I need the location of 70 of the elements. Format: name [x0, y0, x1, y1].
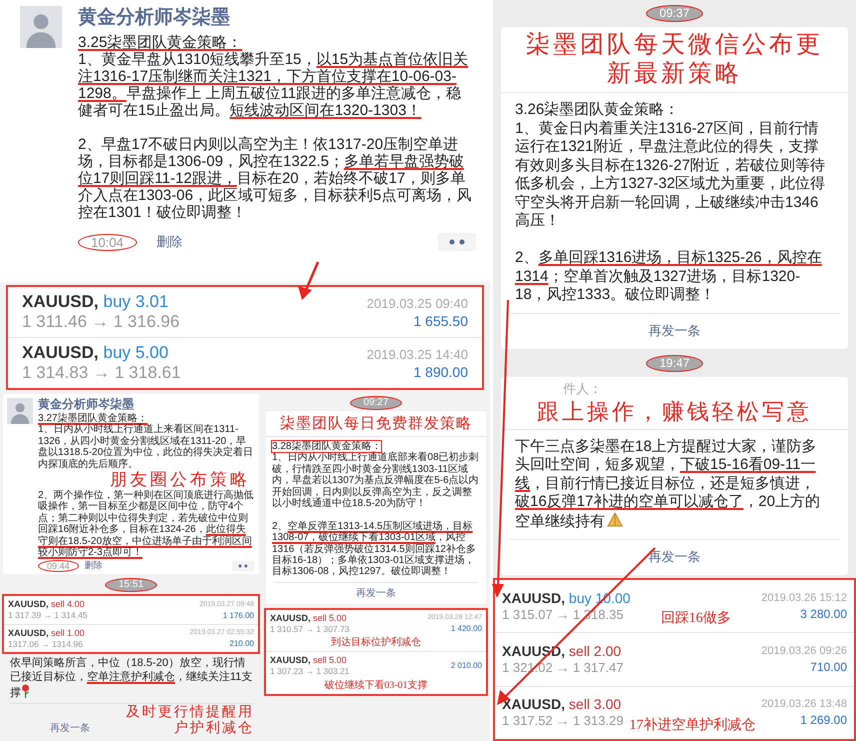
strategy-heading: 3.25柒墨团队黄金策略：: [78, 34, 242, 51]
rose-icon: [21, 684, 30, 698]
order-time: 2019.03.26 13:48: [761, 697, 847, 712]
order-title: XAUUSD, sell 5.00: [270, 654, 348, 666]
order-profit: 210.00: [230, 638, 254, 650]
order-title: XAUUSD, sell 3.00: [502, 696, 622, 714]
order-title: XAUUSD, buy 5.00: [22, 343, 170, 363]
resend-link[interactable]: 再发一条: [274, 582, 478, 604]
annotation-text: 到达目标位护利减仓: [331, 637, 421, 650]
resend-link[interactable]: 再发一条: [50, 720, 90, 735]
message-text: 依早间策略所言，中位（18.5-20）放空，现行情已接近目标位，空单注意护利减仓，继续关注11支撑: [10, 657, 254, 701]
timestamp: 15:51: [105, 578, 157, 592]
more-icon[interactable]: [232, 560, 254, 572]
annotation-text: 跟上操作，赚钱轻松写意: [536, 398, 813, 426]
post-time: 10:04: [78, 234, 137, 250]
order-time: 2019.03.25 09:40: [366, 294, 468, 312]
annotation-text: 17补进空单护利减仓: [629, 716, 756, 734]
delete-link[interactable]: 删除: [84, 559, 103, 572]
strategy-paragraph: 2、多单回踩1316进场，目标1325-26，风控在1314；空单首次触及1327进场，目标1320-18，风控1333。破位即调整！: [515, 249, 823, 304]
order-prices: 1 314.83 → 1 318.61: [22, 363, 181, 383]
more-icon[interactable]: [438, 233, 476, 251]
strategy-paragraph: 1、黄金早盘从1310短线攀升至15，以15为基点首位依旧关注1316-17压制继而关注1321，下方首位支撑在10-06-03-1298。早盘操作上 上周五破位11跟进的多单注意减仓，稳健者可在15止盈出局。短线波动区间在1320-1303！: [78, 51, 470, 119]
strategy-paragraph: 1、日内从小时线上行通道上来看区间在1311-1326，从四小时黄金分割线区域在1311-20，早盘以1318.5-20位置为中位，此位的得失决定着日内探顶底的先后顺序。: [38, 424, 254, 470]
strategy-paragraph: 2、空单反弹至1313-14.5压制区域进场，目标1308-07，破位继续下看1303-01区域，风控1316（若反弹强势破位1314.5则回踩12补仓多目标16-18）；多单依1303-01区域支撑进场，目标1306-08，风控1297。破位即调整！: [272, 520, 477, 578]
strategy-heading: 3.27柒墨团队黄金策略：: [38, 413, 148, 424]
order-prices: 1317.06 → 1314.96: [8, 638, 84, 650]
order-profit: 1 176.00: [222, 610, 254, 622]
strategy-heading: 3.26柒墨团队黄金策略：: [515, 101, 680, 118]
strategy-paragraph: 2、早盘17不破日内则以高空为主！依1317-20压制空单进场，目标都是1306-09，风控在1322.5；多单若早盘强势破位17则回踩11-12跟进，目标在20，若始终不破17，则多单介入点在1303-06，此区域可短多，目标获利5点可离场，风控在1301！破位即调整！: [78, 136, 472, 221]
order-time: 2019.03.26 09:26: [761, 644, 847, 659]
order-title: XAUUSD, sell 1.00: [8, 626, 85, 639]
order-profit: 2 010.00: [450, 660, 482, 672]
avatar-icon: [7, 397, 33, 425]
annotation-text: 破位继续下看03-01支撑: [324, 680, 428, 692]
timestamp: 09:27: [350, 396, 402, 410]
order-profit: 1 420.00: [450, 623, 482, 636]
annotation-text: 回踩16做多: [660, 610, 731, 628]
strategy-paragraph: 2、两个操作位，第一种则在区间顶底进行高抛低吸操作，第一目标至少都是区间中位，防守4个点；第二种则以中位得失判定，若先破位中位则回踩16附近补仓多，目标在1324-26，此位得失守则在18.5-20放空，中位进场单子由于利润区间较小则防守2-3点即可！: [38, 490, 254, 558]
order-profit: 1 269.00: [800, 712, 847, 728]
order-title: XAUUSD, sell 4.00: [8, 598, 86, 610]
order-profit: 3 280.00: [800, 606, 847, 622]
author-name[interactable]: 黄金分析师岑柒墨: [38, 397, 254, 411]
timestamp: 09:37: [646, 5, 703, 22]
annotation-text: 柒墨团队每日免费群发策略: [279, 415, 473, 433]
order-time: 2019.03.25 14:40: [366, 346, 468, 362]
order-prices: 1 311.46 → 1 316.96: [22, 312, 180, 332]
order-prices: 1 317.52 → 1 313.29: [502, 713, 624, 730]
delete-link[interactable]: 删除: [156, 233, 183, 251]
strategy-heading: 3.28柒墨团队黄金策略：: [272, 441, 382, 452]
post-time: 09:44: [38, 560, 79, 572]
annotation-text: 柒墨团队每天微信公布更新最新策略: [525, 31, 824, 89]
arrow: [298, 262, 320, 300]
order-title: XAUUSD, buy 3.01: [22, 292, 170, 312]
order-profit: 1 655.50: [414, 312, 468, 330]
resend-link[interactable]: 再发一条: [509, 539, 840, 575]
strategy-paragraph: 下午三点多柒墨在18上方提醒过大家，谨防多头回吐空间，短多观望，下破15-16看09-11一线，目前行情已接近目标位，还是短多慎进， 破16反弹17补进的空单可以减仓了，20上方的空单继续持有: [515, 438, 822, 531]
order-prices: 1 307.23 → 1 303.21: [270, 666, 350, 678]
author-name[interactable]: 黄金分析师岑柒墨: [78, 6, 476, 30]
strategy-paragraph: 1、黄金日内着重关注1316-27区间，目前行情运行在1321附近，早盘注意此位的得失，支撑有效则多头目标在1326-27附近，若破位则等待低多机会，上方1327-32区域尤为重要，此位得守空头将开启新一轮回调，上破继续冲击1346高压！: [515, 120, 826, 230]
order-prices: 1 310.57 → 1 307.73: [270, 624, 350, 636]
order-profit: 710.00: [810, 658, 847, 675]
timestamp: 19:47: [646, 354, 703, 372]
resend-link[interactable]: 再发一条: [509, 312, 840, 348]
annotation-text: 及时更行情提醒用户护利减仓: [125, 704, 254, 737]
order-time: 2019.03.26 15:12: [761, 590, 847, 606]
order-profit: 1 890.00: [414, 362, 468, 380]
order-prices: 1 317.39 → 1 314.45: [8, 610, 88, 622]
annotation-text: 朋友圈公布策略: [109, 470, 250, 490]
order-title: XAUUSD, sell 5.00: [270, 612, 348, 624]
sender-label: 件人：: [562, 380, 603, 396]
